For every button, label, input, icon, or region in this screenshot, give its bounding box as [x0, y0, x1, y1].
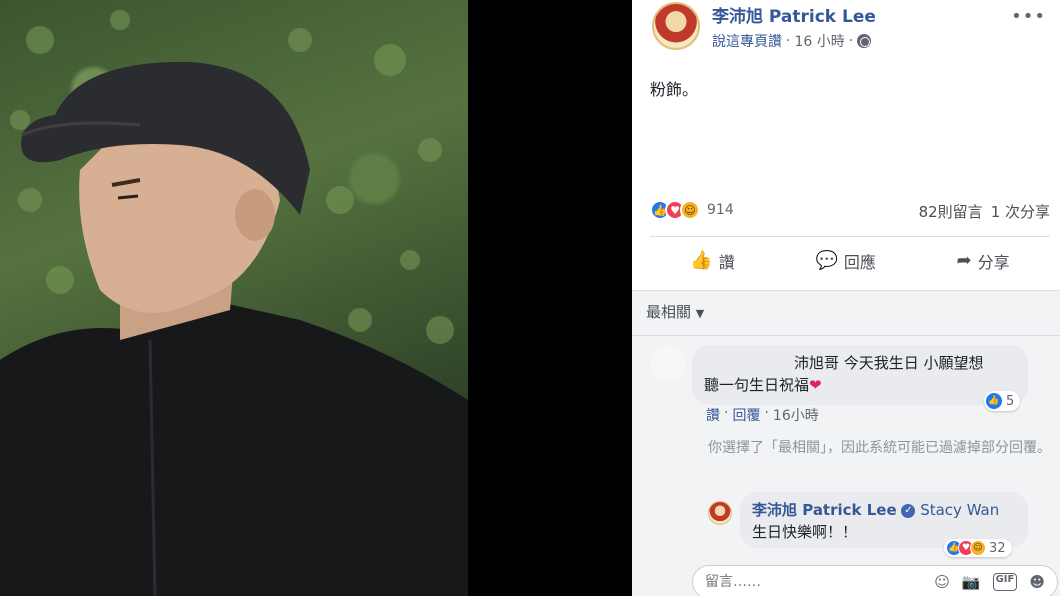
reply-avatar[interactable]: [708, 501, 732, 525]
tagged-user-link[interactable]: Stacy Wan: [920, 501, 999, 519]
comment-bubble: 沛旭哥 今天我生日 小願望想 聽一句生日祝福❤: [692, 345, 1028, 405]
page-name-link[interactable]: 李沛旭 Patrick Lee: [712, 2, 876, 27]
sort-label: 最相關: [646, 303, 692, 321]
comments-section: 最相關 ▼ 沛旭哥 今天我生日 小願望想 聽一句生日祝福❤ 👍 5 讚 · 回覆…: [632, 290, 1060, 596]
divider: [632, 335, 1060, 336]
reaction-count: 914: [707, 202, 734, 218]
reply-line-1: 李沛旭 Patrick Lee ✓ Stacy Wan: [752, 499, 1016, 521]
composer-icons: ☺ 📷 GIF ☻: [934, 573, 1045, 591]
like-button[interactable]: 👍 讚: [690, 249, 734, 273]
comments-count-link[interactable]: 82則留言: [919, 201, 983, 222]
reply-reaction-count[interactable]: 👍 ♥ ☺ 32: [944, 539, 1012, 557]
comment-likes-number: 5: [1006, 393, 1015, 409]
share-arrow-icon: ➦: [956, 250, 972, 271]
reply-author-link[interactable]: 李沛旭 Patrick Lee: [752, 501, 897, 519]
speech-bubble-icon: 💬: [815, 250, 838, 271]
like-reaction-icon: 👍: [986, 393, 1002, 409]
globe-icon: [857, 34, 872, 48]
comment-reply-link[interactable]: 回覆: [732, 405, 760, 425]
comment-button[interactable]: 💬 回應: [815, 249, 875, 273]
post-meta: 說這專頁讚 · 16 小時 ·: [712, 31, 872, 51]
gif-icon[interactable]: GIF: [992, 573, 1018, 591]
commenter-avatar[interactable]: [650, 345, 686, 381]
comment-line-2: 聽一句生日祝福❤: [704, 374, 1016, 396]
comment-line-1: 沛旭哥 今天我生日 小願望想: [794, 354, 984, 372]
comment-time[interactable]: 16小時: [773, 405, 819, 425]
thumbs-up-icon: 👍: [690, 250, 713, 271]
comment-button-label: 回應: [843, 252, 876, 272]
action-bar: 👍 讚 💬 回應 ➦ 分享: [650, 236, 1050, 284]
comment-like-count[interactable]: 👍 5: [984, 391, 1021, 411]
camera-icon[interactable]: 📷: [962, 573, 981, 591]
comment-composer: ☺ 📷 GIF ☻: [692, 565, 1058, 596]
heart-icon: ❤: [809, 376, 822, 394]
emoji-icon[interactable]: ☺: [934, 573, 950, 591]
caret-down-icon: ▼: [695, 307, 705, 320]
comment-line-2-text: 聽一句生日祝福: [704, 376, 810, 394]
share-button-label: 分享: [977, 252, 1010, 272]
post-stats: 82則留言 1 次分享: [919, 201, 1050, 222]
more-dots-icon[interactable]: •••: [1011, 6, 1046, 27]
page-avatar[interactable]: [652, 2, 700, 50]
verified-badge-icon: ✓: [901, 503, 916, 518]
like-page-link[interactable]: 說這專頁讚: [712, 31, 782, 51]
post-text: 粉飾。: [650, 80, 699, 99]
sticker-icon[interactable]: ☻: [1029, 573, 1045, 591]
shares-count-link[interactable]: 1 次分享: [991, 201, 1050, 222]
post-detail-panel: 李沛旭 Patrick Lee 說這專頁讚 · 16 小時 · ••• 粉飾。 …: [632, 0, 1060, 596]
dot-separator: ·: [724, 405, 729, 421]
post-time[interactable]: 16 小時: [794, 31, 844, 51]
photo-viewer-backdrop: [468, 0, 632, 596]
dot-separator: ·: [764, 405, 769, 421]
meta-separator: ·: [848, 33, 854, 49]
haha-reaction-icon: ☺: [680, 200, 700, 220]
post-photo[interactable]: [0, 0, 468, 596]
reply-reactions-number: 32: [989, 540, 1006, 556]
filter-note: 你選擇了「最相關」，因此系統可能已過濾掉部分回覆。: [708, 440, 1051, 456]
comment-sort-dropdown[interactable]: 最相關 ▼: [646, 301, 704, 322]
like-button-label: 讚: [718, 252, 735, 272]
share-button[interactable]: ➦ 分享: [957, 249, 1010, 273]
comment-like-link[interactable]: 讚: [706, 405, 720, 425]
meta-separator: ·: [786, 33, 791, 49]
comment-actions: 讚 · 回覆 · 16小時: [706, 405, 819, 425]
haha-reaction-icon: ☺: [970, 540, 986, 556]
comment-input[interactable]: [705, 574, 935, 590]
